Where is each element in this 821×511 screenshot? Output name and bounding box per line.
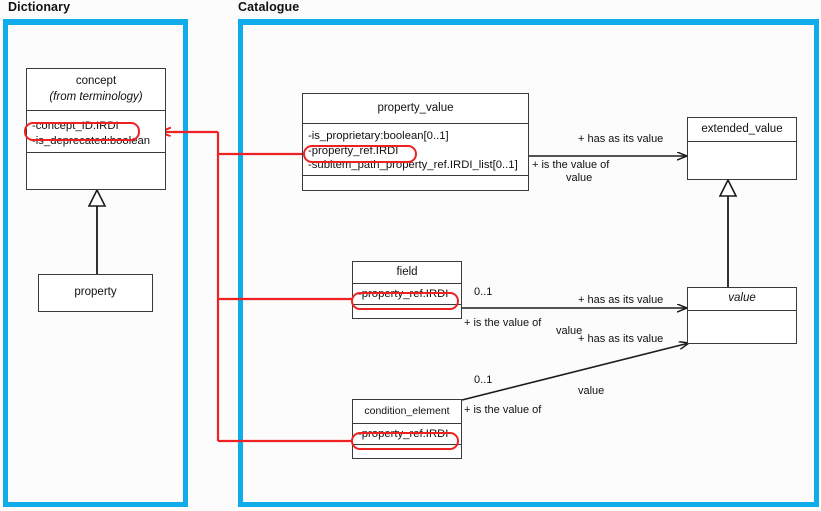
class-field[interactable]: field -property_ref.IRDI [352,261,462,319]
attribute-property-ref-irdi-field: -property_ref.IRDI [358,287,449,300]
class-value-header: value [688,288,796,311]
class-concept-header: concept (from terminology) [27,69,165,111]
class-condition-element-attributes: -property_ref.IRDI [353,424,461,445]
class-property-value[interactable]: property_value -is_proprietary:boolean[0… [302,93,529,191]
class-concept-attributes: -concept_ID.IRDI -is_deprecated:boolean [27,111,165,153]
class-property-value-name: property_value [377,101,454,114]
attribute-concept-id-irdi: -concept_ID.IRDI [32,120,119,133]
class-field-header: field [353,262,461,284]
class-extended-value-name: extended_value [701,122,783,135]
class-property-value-attributes: -is_proprietary:boolean[0..1] -property_… [303,124,528,176]
class-property-header: property [39,275,152,311]
attribute-is-deprecated: -is_deprecated:boolean [32,134,151,147]
label-is-the-value-of-field: + is the value of [464,317,542,329]
label-has-as-its-value-condition: + has as its value [578,333,664,345]
attribute-subitem-path-property-ref: -subitem_path_property_ref.IRDI_list[0..… [308,159,518,172]
class-concept[interactable]: concept (from terminology) -concept_ID.I… [26,68,166,190]
class-extended-value-body [688,142,796,181]
label-role-value-extended: value [566,172,593,184]
class-concept-name: concept [75,74,117,87]
class-condition-element-operations [353,445,461,460]
label-role-value-condition: value [578,385,605,397]
class-concept-operations [27,153,165,189]
class-field-operations [353,305,461,320]
attribute-property-ref-irdi-property-value: -property_ref.IRDI [308,144,399,157]
attribute-is-proprietary: -is_proprietary:boolean[0..1] [308,130,449,143]
class-property[interactable]: property [38,274,153,312]
class-value[interactable]: value [687,287,797,344]
label-has-as-its-value-field: + has as its value [578,294,664,306]
multiplicity-condition-element-value: 0..1 [474,374,493,386]
uml-class-diagram: Dictionary Catalogue concept (from termi… [0,0,821,511]
class-condition-element[interactable]: condition_element -property_ref.IRDI [352,399,462,459]
class-property-value-header: property_value [303,94,528,124]
class-property-value-operations [303,176,528,190]
attribute-property-ref-irdi-condition: -property_ref.IRDI [358,427,449,440]
class-field-name: field [396,265,418,278]
class-property-name: property [74,286,117,299]
class-field-attributes: -property_ref.IRDI [353,284,461,305]
class-concept-stereotype: (from terminology) [49,90,143,103]
label-has-as-its-value-extended: + has as its value [578,133,664,145]
multiplicity-field-value: 0..1 [474,286,493,298]
class-condition-element-header: condition_element [353,400,461,424]
class-extended-value[interactable]: extended_value [687,117,797,180]
class-extended-value-header: extended_value [688,118,796,142]
class-value-name: value [728,292,756,305]
class-condition-element-name: condition_element [364,405,450,418]
label-is-the-value-of-condition: + is the value of [464,404,542,416]
class-value-body [688,311,796,345]
label-is-the-value-of-extended: + is the value of [532,159,610,171]
